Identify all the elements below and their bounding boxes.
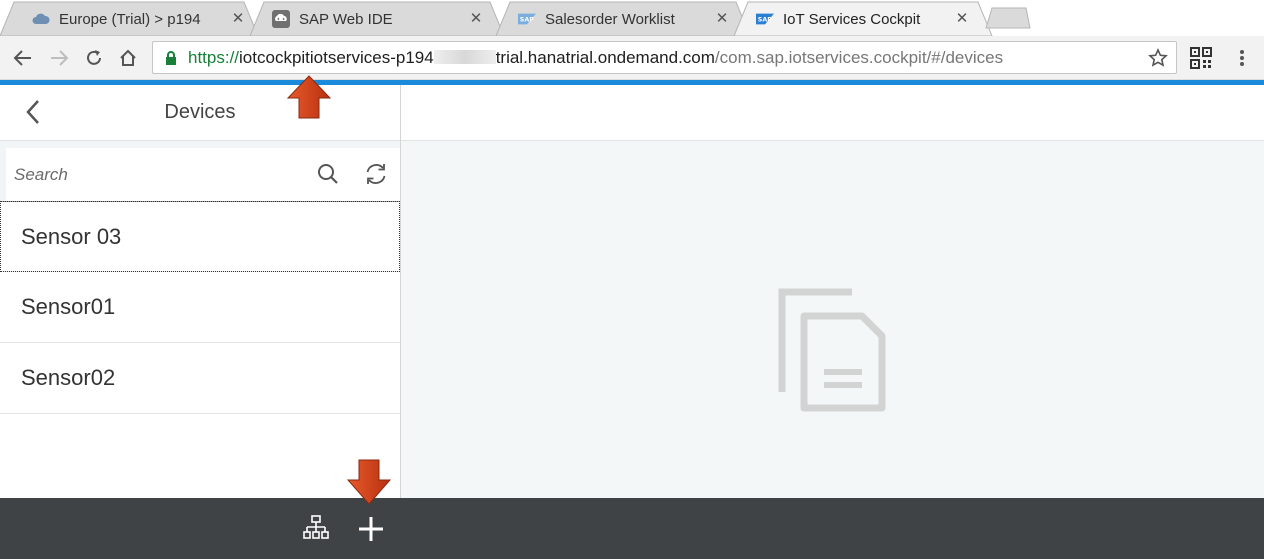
list-item[interactable]: Sensor 03	[0, 201, 400, 272]
new-tab-button[interactable]	[986, 8, 1030, 28]
refresh-icon[interactable]	[362, 160, 390, 188]
add-device-button[interactable]	[356, 514, 386, 544]
detail-header	[401, 85, 1264, 141]
browser-tab-strip: Europe (Trial) > p194 ✕ SAP Web IDE ✕ SA…	[0, 0, 1264, 36]
search-field	[6, 148, 400, 201]
browser-toolbar: https://iotcockpitiotservices-p194 trial.…	[0, 36, 1264, 80]
sap-logo-icon: SAP	[756, 11, 774, 27]
url-host-end: trial.hanatrial.ondemand.com	[495, 48, 715, 67]
close-tab-icon[interactable]: ✕	[954, 10, 970, 28]
list-item[interactable]: Sensor02	[0, 343, 400, 414]
close-tab-icon[interactable]: ✕	[714, 10, 730, 28]
device-name: Sensor01	[21, 294, 116, 319]
svg-text:SAP: SAP	[758, 17, 772, 24]
plus-icon	[359, 517, 383, 541]
address-bar[interactable]: https://iotcockpitiotservices-p194 trial.…	[152, 41, 1177, 74]
forward-arrow-icon[interactable]	[46, 45, 72, 71]
document-icon	[778, 288, 886, 412]
cloud-icon	[32, 11, 50, 27]
url-text: https://iotcockpitiotservices-p194 trial.…	[188, 42, 1003, 73]
device-name: Sensor 03	[21, 223, 122, 249]
master-header: Devices	[0, 85, 400, 141]
search-icon[interactable]	[314, 160, 342, 188]
lock-icon	[165, 51, 177, 70]
iot-cockpit-app: Devices Search Sensor 03 Sensor01 Sensor…	[0, 85, 1264, 559]
tab-europe-trial[interactable]: Europe (Trial) > p194 ✕	[6, 2, 258, 36]
back-arrow-icon[interactable]	[10, 45, 36, 71]
detail-empty-state	[401, 141, 1264, 498]
detail-footer-toolbar	[401, 498, 1264, 559]
tab-title: Salesorder Worklist	[545, 10, 675, 28]
url-scheme: https://	[188, 48, 240, 67]
tab-title: SAP Web IDE	[299, 10, 393, 28]
close-tab-icon[interactable]: ✕	[468, 10, 484, 28]
tab-title: Europe (Trial) > p194	[59, 10, 201, 28]
redacted-segment	[433, 50, 496, 64]
master-footer-toolbar	[0, 498, 401, 559]
device-list: Sensor 03 Sensor01 Sensor02	[0, 201, 400, 414]
reload-icon[interactable]	[81, 45, 107, 71]
page-title: Devices	[164, 101, 236, 123]
list-item[interactable]: Sensor01	[0, 272, 400, 343]
home-icon[interactable]	[115, 45, 141, 71]
web-ide-icon	[272, 10, 290, 28]
bookmark-star-icon[interactable]	[1148, 48, 1168, 73]
browser-menu-icon[interactable]	[1229, 45, 1255, 71]
svg-text:SAP: SAP	[520, 17, 534, 24]
tab-sap-web-ide[interactable]: SAP Web IDE ✕	[246, 2, 496, 36]
url-path: /com.sap.iotservices.cockpit/#/devices	[714, 48, 1004, 67]
close-tab-icon[interactable]: ✕	[230, 10, 246, 28]
master-pane: Devices Search Sensor 03 Sensor01 Sensor…	[0, 85, 401, 559]
search-bar	[0, 141, 400, 201]
detail-pane	[401, 85, 1264, 559]
hierarchy-icon[interactable]	[302, 514, 330, 542]
sap-logo-icon: SAP	[518, 11, 536, 27]
device-name: Sensor02	[21, 365, 116, 390]
back-button[interactable]	[20, 97, 46, 127]
tab-iot-services-cockpit[interactable]: SAP IoT Services Cockpit ✕	[730, 2, 982, 36]
url-host: iotcockpitiotservices-p194	[239, 48, 434, 67]
tab-title: IoT Services Cockpit	[783, 10, 921, 28]
search-input[interactable]	[14, 148, 304, 201]
chevron-left-icon	[26, 100, 39, 124]
qr-code-icon[interactable]	[1188, 45, 1214, 71]
tab-salesorder-worklist[interactable]: SAP Salesorder Worklist ✕	[492, 2, 742, 36]
